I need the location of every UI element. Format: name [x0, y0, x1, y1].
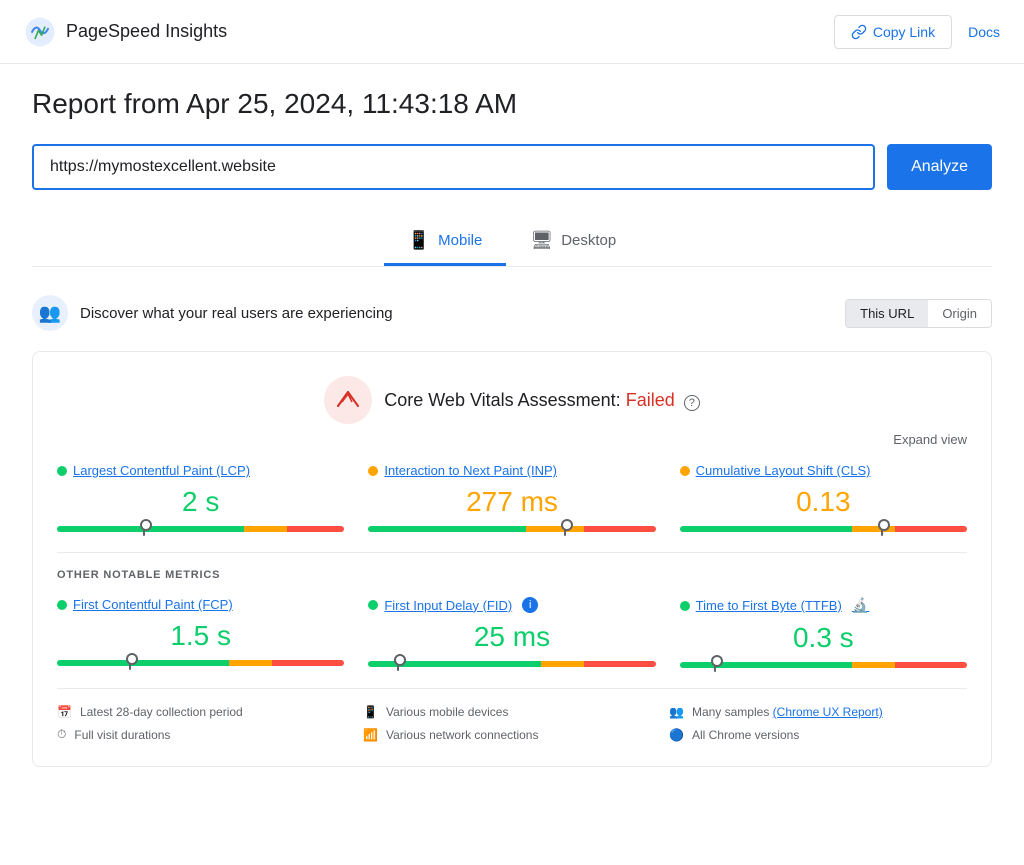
progress-bar — [57, 660, 344, 666]
url-input[interactable] — [32, 144, 875, 190]
divider — [57, 552, 967, 553]
analyze-button[interactable]: Analyze — [887, 144, 992, 190]
copy-link-button[interactable]: Copy Link — [834, 15, 952, 49]
url-bar: Analyze — [32, 144, 992, 190]
copy-link-label: Copy Link — [873, 24, 935, 40]
desktop-icon: 🖥 — [530, 230, 553, 251]
metric-dot — [680, 466, 690, 476]
footer-item-1: 📱 Various mobile devices — [363, 705, 661, 719]
progress-bar — [680, 526, 967, 532]
metric-label-cls[interactable]: Cumulative Layout Shift (CLS) — [680, 463, 967, 478]
report-title: Report from Apr 25, 2024, 11:43:18 AM — [32, 88, 992, 120]
metric-label-fcp[interactable]: First Contentful Paint (FCP) — [57, 597, 344, 612]
cwv-title-text: Core Web Vitals Assessment: — [384, 390, 620, 410]
header-actions: Copy Link Docs — [834, 15, 1000, 49]
metric-dot — [368, 466, 378, 476]
metric-label-ttfb[interactable]: Time to First Byte (TTFB)🔬 — [680, 597, 967, 614]
link-icon — [851, 24, 867, 40]
progress-bar — [680, 662, 967, 668]
footer-icon-2: 👥 — [669, 705, 684, 719]
cwv-help-icon[interactable]: ? — [684, 395, 700, 411]
progress-bar — [368, 661, 655, 667]
origin-button[interactable]: Origin — [928, 300, 991, 327]
footer-item-5: 🔵 All Chrome versions — [669, 727, 967, 742]
footer-text-3: Full visit durations — [74, 728, 170, 742]
footer-item-2: 👥 Many samples (Chrome UX Report) — [669, 705, 967, 719]
discovery-left: 👥 Discover what your real users are expe… — [32, 295, 393, 331]
divider2 — [57, 688, 967, 689]
footer-text-4: Various network connections — [386, 728, 539, 742]
metric-value-fid: 25 ms — [368, 621, 655, 653]
info-icon-fid[interactable]: i — [522, 597, 538, 613]
metric-label-fid[interactable]: First Input Delay (FID)i — [368, 597, 655, 613]
expand-view[interactable]: Expand view — [57, 432, 967, 447]
cwv-metrics-grid: Largest Contentful Paint (LCP) 2 s Inter… — [57, 463, 967, 536]
metric-value-ttfb: 0.3 s — [680, 622, 967, 654]
cwv-card: Core Web Vitals Assessment: Failed ? Exp… — [32, 351, 992, 767]
url-origin-toggle: This URL Origin — [845, 299, 992, 328]
logo-text: PageSpeed Insights — [66, 21, 227, 42]
metric-dot — [57, 600, 67, 610]
failed-icon — [334, 386, 362, 414]
metric-dot — [680, 601, 690, 611]
metric-label-inp[interactable]: Interaction to Next Paint (INP) — [368, 463, 655, 478]
footer-item-4: 📶 Various network connections — [363, 727, 661, 742]
metric-dot — [368, 600, 378, 610]
cwv-header: Core Web Vitals Assessment: Failed ? — [57, 376, 967, 424]
metric-value-fcp: 1.5 s — [57, 620, 344, 652]
footer-icon-1: 📱 — [363, 705, 378, 719]
metric-value-cls: 0.13 — [680, 486, 967, 518]
footer-text-0: Latest 28-day collection period — [80, 705, 243, 719]
metric-fid: First Input Delay (FID)i 25 ms — [368, 597, 655, 672]
logo: PageSpeed Insights — [24, 16, 227, 48]
footer-info: 📅 Latest 28-day collection period 📱 Vari… — [57, 705, 967, 742]
metric-ttfb: Time to First Byte (TTFB)🔬 0.3 s — [680, 597, 967, 672]
footer-icon-0: 📅 — [57, 705, 72, 719]
mobile-icon: 📱 — [408, 230, 430, 251]
footer-item-3: ⏱ Full visit durations — [57, 727, 355, 742]
main-content: Report from Apr 25, 2024, 11:43:18 AM An… — [0, 64, 1024, 807]
pagespeed-logo — [24, 16, 56, 48]
cwv-status: Failed — [626, 390, 675, 410]
docs-link[interactable]: Docs — [968, 24, 1000, 40]
other-metrics-label: OTHER NOTABLE METRICS — [57, 569, 967, 581]
metric-lcp: Largest Contentful Paint (LCP) 2 s — [57, 463, 344, 536]
header: PageSpeed Insights Copy Link Docs — [0, 0, 1024, 64]
footer-icon-4: 📶 — [363, 728, 378, 742]
footer-link-2[interactable]: (Chrome UX Report) — [773, 705, 883, 719]
flask-icon-ttfb: 🔬 — [852, 597, 869, 614]
metric-value-inp: 277 ms — [368, 486, 655, 518]
tab-desktop[interactable]: 🖥 Desktop — [506, 218, 640, 266]
this-url-button[interactable]: This URL — [846, 300, 928, 327]
footer-icon-5: 🔵 — [669, 728, 684, 742]
tab-desktop-label: Desktop — [561, 232, 616, 249]
discovery-icon: 👥 — [32, 295, 68, 331]
discovery-bar: 👥 Discover what your real users are expe… — [32, 291, 992, 335]
metric-dot — [57, 466, 67, 476]
tab-mobile-label: Mobile — [438, 232, 482, 249]
cwv-icon — [324, 376, 372, 424]
metric-label-lcp[interactable]: Largest Contentful Paint (LCP) — [57, 463, 344, 478]
other-metrics-grid: First Contentful Paint (FCP) 1.5 s First… — [57, 597, 967, 672]
footer-text-5: All Chrome versions — [692, 728, 799, 742]
metric-cls: Cumulative Layout Shift (CLS) 0.13 — [680, 463, 967, 536]
footer-item-0: 📅 Latest 28-day collection period — [57, 705, 355, 719]
metric-inp: Interaction to Next Paint (INP) 277 ms — [368, 463, 655, 536]
cwv-title: Core Web Vitals Assessment: Failed ? — [384, 390, 700, 411]
footer-icon-3: ⏱ — [57, 727, 66, 742]
metric-fcp: First Contentful Paint (FCP) 1.5 s — [57, 597, 344, 672]
tabs: 📱 Mobile 🖥 Desktop — [32, 218, 992, 267]
progress-bar — [368, 526, 655, 532]
footer-text-1: Various mobile devices — [386, 705, 509, 719]
footer-text-2: Many samples (Chrome UX Report) — [692, 705, 883, 719]
metric-value-lcp: 2 s — [57, 486, 344, 518]
progress-bar — [57, 526, 344, 532]
discovery-text: Discover what your real users are experi… — [80, 305, 393, 322]
tab-mobile[interactable]: 📱 Mobile — [384, 218, 507, 266]
